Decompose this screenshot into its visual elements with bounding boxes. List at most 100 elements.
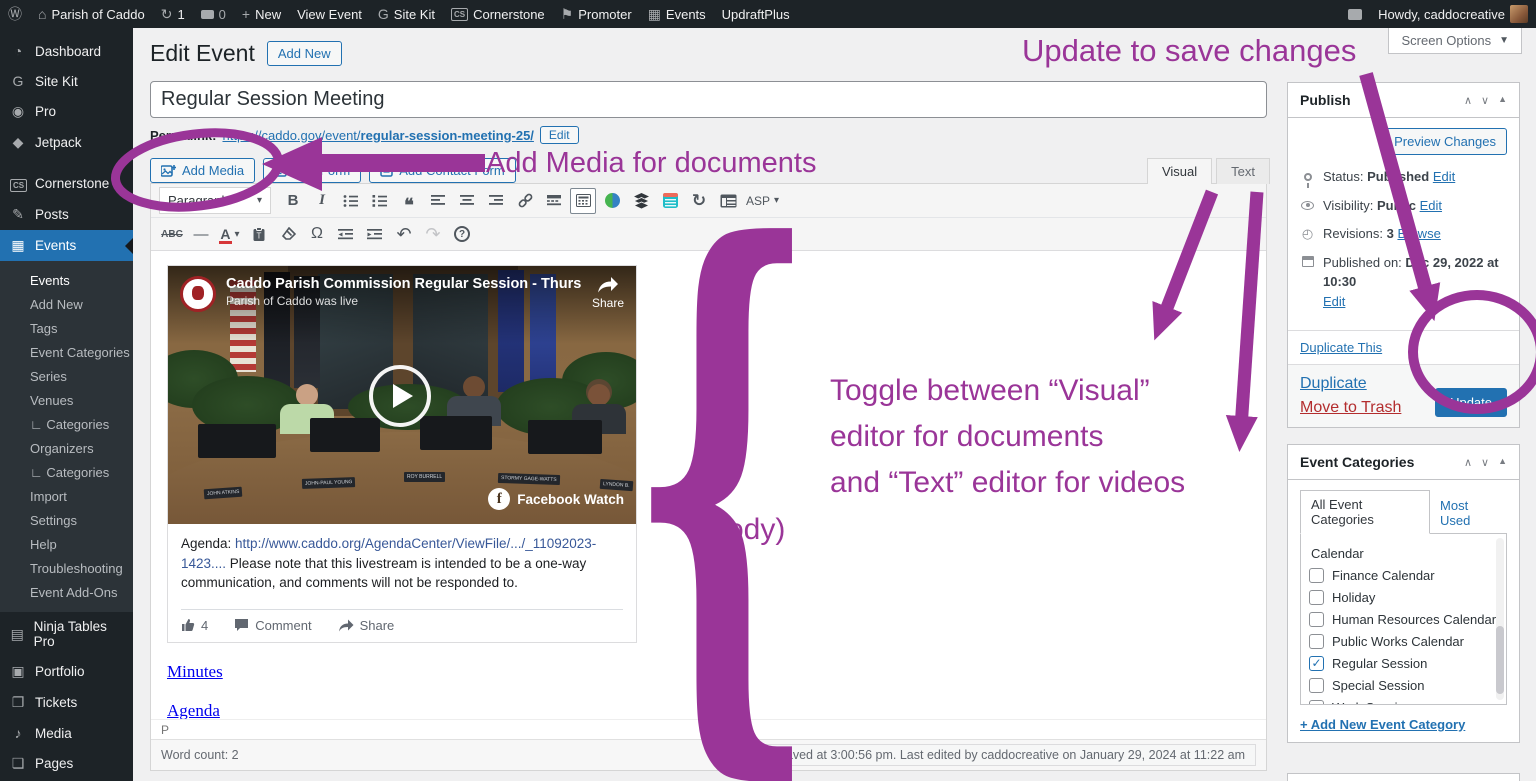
- tab-all-event-categories[interactable]: All Event Categories: [1300, 490, 1430, 534]
- paste-as-text-button[interactable]: T: [246, 221, 272, 247]
- category-row[interactable]: Special Session: [1309, 674, 1504, 696]
- site-kit-menu[interactable]: GSite Kit: [370, 0, 443, 28]
- site-name-menu[interactable]: ⌂Parish of Caddo: [30, 0, 153, 28]
- asp-dropdown[interactable]: ASP▾: [744, 188, 781, 214]
- text-color-button[interactable]: A▾: [217, 221, 243, 247]
- submenu-series[interactable]: Series: [0, 364, 133, 388]
- status-edit-link[interactable]: Edit: [1433, 169, 1455, 184]
- submenu-organizers[interactable]: Organizers: [0, 436, 133, 460]
- undo-button[interactable]: ↶: [391, 221, 417, 247]
- sidebar-item-portfolio[interactable]: ▣Portfolio: [0, 656, 133, 687]
- sidebar-item-media[interactable]: ♪Media: [0, 718, 133, 748]
- plugin-swirl-button[interactable]: [599, 188, 625, 214]
- cornerstone-menu[interactable]: CSCornerstone: [443, 0, 553, 28]
- add-media-button[interactable]: Add Media: [150, 158, 255, 183]
- comment-button[interactable]: Comment: [234, 618, 311, 633]
- layers-button[interactable]: [628, 188, 654, 214]
- tab-visual[interactable]: Visual: [1147, 158, 1212, 184]
- category-row-regular-session[interactable]: ✓Regular Session: [1309, 652, 1504, 674]
- bullet-list-button[interactable]: [338, 188, 364, 214]
- link-button[interactable]: [512, 188, 538, 214]
- toggle-panel-icon[interactable]: ▲: [1498, 94, 1507, 107]
- sidebar-item-pro[interactable]: ◉Pro: [0, 96, 133, 127]
- submenu-settings[interactable]: Settings: [0, 508, 133, 532]
- duplicate-this-link[interactable]: Duplicate This: [1300, 340, 1382, 355]
- checkbox[interactable]: [1309, 700, 1324, 706]
- checkbox[interactable]: [1309, 612, 1324, 627]
- agenda-link[interactable]: Agenda: [167, 701, 220, 719]
- submenu-events[interactable]: Events: [0, 268, 133, 292]
- checkbox[interactable]: [1309, 590, 1324, 605]
- sidebar-item-posts[interactable]: ✎Posts: [0, 199, 133, 230]
- checkbox[interactable]: [1309, 678, 1324, 693]
- sidebar-item-dashboard[interactable]: ◔Dashboard: [0, 36, 133, 66]
- indent-button[interactable]: [362, 221, 388, 247]
- refresh-button[interactable]: ↻: [686, 188, 712, 214]
- category-row[interactable]: Finance Calendar: [1309, 564, 1504, 586]
- video-thumbnail[interactable]: JOHN ATKINS JOHN-PAUL YOUNG ROY BURRELL …: [168, 266, 636, 524]
- outdent-button[interactable]: [333, 221, 359, 247]
- paragraph-format-select[interactable]: Paragraph▾: [159, 187, 271, 214]
- category-row[interactable]: Human Resources Calendar: [1309, 608, 1504, 630]
- submenu-tags[interactable]: Tags: [0, 316, 133, 340]
- add-form-button[interactable]: Add Form: [263, 158, 361, 183]
- sidebar-item-site-kit[interactable]: GSite Kit: [0, 66, 133, 96]
- move-down-icon[interactable]: ∨: [1481, 456, 1489, 469]
- sidebar-item-jetpack[interactable]: ◆Jetpack: [0, 127, 133, 158]
- published-edit-link[interactable]: Edit: [1323, 294, 1345, 309]
- submenu-venue-categories[interactable]: ∟ Categories: [0, 412, 133, 436]
- visibility-edit-link[interactable]: Edit: [1420, 198, 1442, 213]
- read-more-button[interactable]: [541, 188, 567, 214]
- checkbox[interactable]: [1309, 568, 1324, 583]
- event-categories-header[interactable]: Event Categories ∧∨▲: [1288, 445, 1519, 480]
- sidebar-item-tickets[interactable]: ❐Tickets: [0, 687, 133, 718]
- move-up-icon[interactable]: ∧: [1464, 94, 1472, 107]
- submenu-event-add-ons[interactable]: Event Add-Ons: [0, 580, 133, 604]
- editor-body[interactable]: JOHN ATKINS JOHN-PAUL YOUNG ROY BURRELL …: [151, 251, 1266, 719]
- view-event-menu[interactable]: View Event: [289, 0, 370, 28]
- preview-changes-button[interactable]: Preview Changes: [1383, 128, 1507, 155]
- submenu-import[interactable]: Import: [0, 484, 133, 508]
- redo-button[interactable]: ↷: [420, 221, 446, 247]
- move-to-trash-link[interactable]: Move to Trash: [1300, 399, 1401, 417]
- screen-options-button[interactable]: Screen Options▼: [1388, 28, 1522, 54]
- add-new-button[interactable]: Add New: [267, 41, 342, 66]
- submenu-venues[interactable]: Venues: [0, 388, 133, 412]
- horizontal-rule-button[interactable]: —: [188, 221, 214, 247]
- table-button[interactable]: [715, 188, 741, 214]
- submenu-event-categories[interactable]: Event Categories: [0, 340, 133, 364]
- promoter-menu[interactable]: ⚑Promoter: [553, 0, 640, 28]
- tab-text[interactable]: Text: [1216, 158, 1270, 184]
- video-share-button[interactable]: Share: [592, 276, 624, 334]
- toolbar-toggle-button[interactable]: [570, 188, 596, 214]
- events-menu[interactable]: ▦Events: [640, 0, 714, 28]
- new-content-menu[interactable]: +New: [234, 0, 289, 28]
- strikethrough-button[interactable]: ABC: [159, 221, 185, 247]
- bold-button[interactable]: B: [280, 188, 306, 214]
- event-options-header[interactable]: Event Options ∧∨▲: [1288, 774, 1519, 781]
- howdy-account-menu[interactable]: Howdy, caddocreative: [1370, 0, 1536, 28]
- updraftplus-menu[interactable]: UpdraftPlus: [714, 0, 798, 28]
- updates-menu[interactable]: ↻1: [153, 0, 193, 28]
- category-row[interactable]: Work Session: [1309, 696, 1504, 705]
- move-down-icon[interactable]: ∨: [1481, 94, 1489, 107]
- add-contact-form-button[interactable]: Add Contact Form: [369, 158, 516, 183]
- tab-most-used[interactable]: Most Used: [1430, 492, 1507, 534]
- category-row[interactable]: Public Works Calendar: [1309, 630, 1504, 652]
- special-character-button[interactable]: Ω: [304, 221, 330, 247]
- path-element-label[interactable]: P: [161, 723, 169, 737]
- toggle-panel-icon[interactable]: ▲: [1498, 456, 1507, 469]
- numbered-list-button[interactable]: [367, 188, 393, 214]
- wp-logo-menu[interactable]: Ⓦ: [0, 0, 30, 28]
- keyboard-shortcuts-help-button[interactable]: ?: [449, 221, 475, 247]
- checkbox-checked[interactable]: ✓: [1309, 656, 1324, 671]
- sidebar-item-events[interactable]: ▦Events: [0, 230, 133, 261]
- sidebar-item-pages[interactable]: ❏Pages: [0, 748, 133, 779]
- sidebar-item-cornerstone[interactable]: CSCornerstone: [0, 168, 133, 199]
- duplicate-link[interactable]: Duplicate: [1300, 375, 1401, 393]
- move-up-icon[interactable]: ∧: [1464, 456, 1472, 469]
- submenu-help[interactable]: Help: [0, 532, 133, 556]
- sidebar-item-ninja-tables[interactable]: ▤Ninja Tables Pro: [0, 612, 133, 656]
- align-center-button[interactable]: [454, 188, 480, 214]
- add-new-event-category-link[interactable]: + Add New Event Category: [1300, 717, 1465, 732]
